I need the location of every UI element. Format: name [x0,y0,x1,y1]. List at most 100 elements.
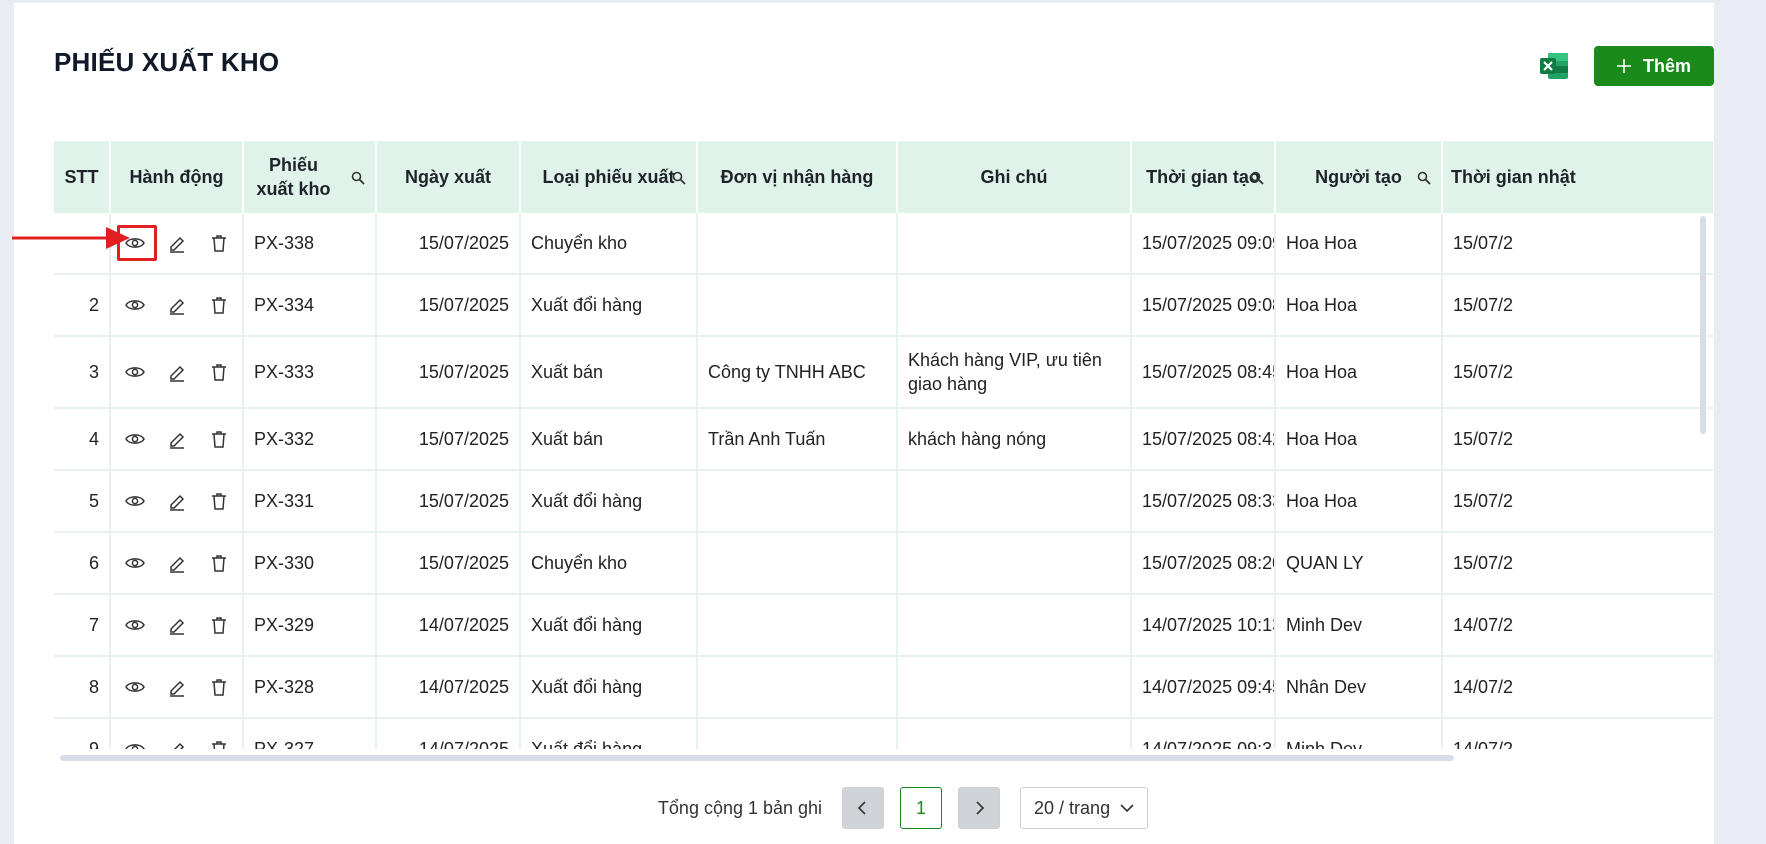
cell-created: 15/07/2025 08:33 [1131,470,1276,533]
delete-button[interactable] [209,615,229,635]
row-actions [110,656,244,719]
table-row[interactable]: 6 PX-330 15/07/2025 Chuyển kho 15/07/2025 08… [54,532,1713,595]
cell-creator: Hoa Hoa [1275,274,1443,337]
cell-receiver [697,470,898,533]
trash-icon [209,553,229,573]
cell-updated: 15/07/2 [1442,470,1713,533]
edit-button[interactable] [167,615,187,635]
cell-created: 15/07/2025 09:08 [1131,274,1276,337]
edit-button[interactable] [167,233,187,253]
eye-icon [124,739,145,749]
view-button[interactable] [124,677,145,697]
edit-button[interactable] [167,553,187,573]
column-header: Ngày xuất [376,141,521,213]
page-size-select[interactable]: 20 / trang [1020,787,1149,829]
table-row[interactable]: 8 PX-328 14/07/2025 Xuất đổi hàng 14/07/2025… [54,656,1713,719]
cell-updated: 15/07/2 [1442,213,1713,275]
trash-icon [209,429,229,449]
search-icon[interactable] [1250,169,1264,185]
cell-date: 14/07/2025 [376,656,521,719]
row-index: 8 [54,656,111,719]
edit-button[interactable] [167,362,187,382]
cell-type: Chuyển kho [520,532,698,595]
next-page-button[interactable] [958,787,1001,829]
delete-button[interactable] [209,677,229,697]
eye-icon [124,491,145,511]
trash-icon [209,362,229,382]
prev-page-button[interactable] [842,787,885,829]
column-header-label: Thời gian tạo [1146,167,1260,187]
view-button[interactable] [124,362,145,382]
table-row[interactable]: 3 PX-333 15/07/2025 Xuất bán Công ty TNHH AB… [54,336,1713,409]
view-button[interactable] [124,553,145,573]
view-button[interactable] [124,739,145,749]
column-header: Người tạo [1275,141,1443,213]
edit-button[interactable] [167,677,187,697]
eye-icon [124,553,145,573]
view-button[interactable] [124,615,145,635]
delete-button[interactable] [209,553,229,573]
chevron-down-icon [1120,804,1134,813]
pencil-icon [167,362,187,382]
column-header-label: Thời gian nhật [1451,167,1576,187]
cell-note [897,656,1132,719]
cell-date: 14/07/2025 [376,594,521,657]
add-button[interactable]: Thêm [1594,46,1714,86]
trash-icon [209,491,229,511]
cell-receiver [697,594,898,657]
delete-button[interactable] [209,295,229,315]
page-size-value: 20 / trang [1034,797,1111,818]
delete-button[interactable] [209,739,229,749]
cell-receiver: Công ty TNHH ABC [697,336,898,409]
view-button[interactable] [124,295,145,315]
column-header: Ghi chú [897,141,1132,213]
search-icon[interactable] [351,169,365,185]
cell-date: 15/07/2025 [376,470,521,533]
cell-creator: Minh Dev [1275,718,1443,749]
edit-button[interactable] [167,739,187,749]
edit-button[interactable] [167,295,187,315]
chevron-right-icon [976,801,985,815]
edit-button[interactable] [167,429,187,449]
table-row[interactable]: 4 PX-332 15/07/2025 Xuất bán Trần Anh Tuấn kh… [54,408,1713,471]
cell-creator: Nhân Dev [1275,656,1443,719]
delete-button[interactable] [209,491,229,511]
export-table: STT Hành động Phiếu xuất kho Ngày xuất Loại … [54,141,1713,749]
trash-icon [209,677,229,697]
cell-note [897,274,1132,337]
cell-created: 14/07/2025 10:13 [1131,594,1276,657]
cell-note [897,213,1132,275]
pencil-icon [167,295,187,315]
row-index: 6 [54,532,111,595]
delete-button[interactable] [209,362,229,382]
delete-button[interactable] [209,233,229,253]
excel-icon [1540,53,1568,79]
column-header: Thời gian nhật [1442,141,1713,213]
cell-created: 15/07/2025 08:42 [1131,408,1276,471]
page-1-button[interactable]: 1 [900,787,943,829]
row-index: 4 [54,408,111,471]
table-row[interactable]: 7 PX-329 14/07/2025 Xuất đổi hàng 14/07/2025… [54,594,1713,657]
total-records: Tổng cộng 1 bản ghi [657,797,823,818]
cell-creator: Hoa Hoa [1275,336,1443,409]
edit-button[interactable] [167,491,187,511]
cell-type: Chuyển kho [520,213,698,275]
search-icon[interactable] [1417,169,1431,185]
vertical-scrollbar[interactable] [1700,216,1706,434]
column-header-label: Hành động [129,167,224,187]
delete-button[interactable] [209,429,229,449]
cell-code: PX-331 [243,470,377,533]
table-row[interactable]: 5 PX-331 15/07/2025 Xuất đổi hàng 15/07/2025… [54,470,1713,533]
row-index: 7 [54,594,111,657]
cell-code: PX-334 [243,274,377,337]
eye-icon [124,295,145,315]
table-row[interactable]: 9 PX-327 14/07/2025 Xuất đổi hàng 14/07/2025… [54,718,1713,749]
export-excel-button[interactable] [1538,50,1570,82]
view-button[interactable] [124,491,145,511]
pointer-arrow-annotation [12,227,130,249]
horizontal-scrollbar[interactable] [60,755,1454,761]
view-button[interactable] [124,429,145,449]
table-row[interactable]: 2 PX-334 15/07/2025 Xuất đổi hàng 15/07/2025… [54,274,1713,337]
table-row[interactable]: PX-338 15/07/2025 Chuyển kho 15/07/2025 09:… [54,213,1713,275]
search-icon[interactable] [672,169,686,185]
